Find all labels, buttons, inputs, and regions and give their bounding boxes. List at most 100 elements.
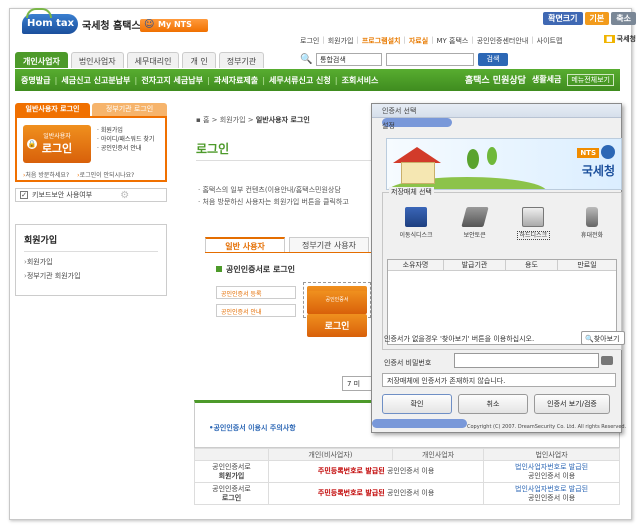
nav-inquiry[interactable]: 조회서비스 xyxy=(342,75,379,86)
general-login-button[interactable]: 🔒 일반사용자 로그인 xyxy=(23,125,91,163)
copyright: Copyright (C) 2007. DreamSecurity Co. Lt… xyxy=(467,424,627,430)
gear-icon[interactable]: ⚙ xyxy=(120,190,129,201)
join-link-member[interactable]: 회원가입 xyxy=(24,257,158,267)
nts-flower-icon xyxy=(601,145,615,159)
join-link-gov[interactable]: 정부기관 회원가입 xyxy=(24,271,158,281)
cancel-button[interactable]: 취소 xyxy=(458,394,528,414)
ok-button[interactable]: 확인 xyxy=(382,394,452,414)
my-nts-button[interactable]: My NTS xyxy=(140,19,208,32)
site-name: 국세청 홈택스 xyxy=(82,20,141,32)
row-label: 공인인증서로 회원가입 xyxy=(194,460,269,483)
search-button[interactable]: 검색 xyxy=(478,53,508,66)
col-owner[interactable]: 소유자명 xyxy=(388,260,444,270)
table-header: 개인사업자 xyxy=(391,448,485,461)
nav-e-notice[interactable]: 전자고지 세금납부 xyxy=(141,75,203,86)
screen-size-button[interactable]: 확면크기 xyxy=(543,12,583,25)
first-visit-link[interactable]: 처음 방문하세요? xyxy=(23,170,69,179)
page-title: 로그인 xyxy=(196,142,230,156)
main-tabs: 개인사업자 법인사업자 세무대리인 개 인 정부기관 xyxy=(15,52,265,68)
find-id-link[interactable]: · 아이디/패스워드 찾기 xyxy=(97,135,154,144)
login-trouble-link[interactable]: 로그인이 안되시나요? xyxy=(77,170,135,179)
tab-tax-agent[interactable]: 세무대리인 xyxy=(126,52,180,68)
crumb-join[interactable]: 회원가입 xyxy=(220,116,246,124)
library-link[interactable]: 자료실 xyxy=(409,36,428,46)
nav-document-apply[interactable]: 세무서류신고 신청 xyxy=(269,75,331,86)
left-panel: 일반사용자 로그인 정부기관 로그인 🔒 일반사용자 로그인 · 회원가입 · … xyxy=(15,103,167,296)
col-usage[interactable]: 용도 xyxy=(506,260,558,270)
cert-login-face: 공인인증서 로그인 xyxy=(307,286,367,337)
row-cell: 주민등록번호로 발급된 공인인증서 이용 xyxy=(267,482,485,505)
tab-government[interactable]: 정부기관 xyxy=(218,52,265,68)
status-message: 저장매체에 인증서가 존재하지 않습니다. xyxy=(382,373,616,387)
view-cert-button[interactable]: 인증서 보기/검증 xyxy=(534,394,610,414)
tree-icon xyxy=(467,149,479,169)
tab-general-login[interactable]: 일반사용자 로그인 xyxy=(15,103,90,116)
pager[interactable]: 7 미 xyxy=(342,376,372,391)
home-icon: ▪ xyxy=(196,116,201,124)
breadcrumb: ▪ 홈 > 회원가입 > 일반사용자 로그인 xyxy=(196,116,310,124)
nav-tax-report[interactable]: 세금신고 신고분납부 xyxy=(61,75,130,86)
all-menu-button[interactable]: 메뉴전체보기 xyxy=(567,73,614,86)
join-box: 회원가입 회원가입 정부기관 회원가입 xyxy=(15,224,167,296)
cert-guide-button[interactable]: 공인인증서 안내 xyxy=(216,304,296,317)
civil-consult-link[interactable]: 홈택스 민원상담 xyxy=(465,73,526,86)
join-title: 회원가입 xyxy=(24,233,158,252)
tab-gov-user[interactable]: 정부기관 사용자 xyxy=(289,237,369,252)
col-expiry[interactable]: 만료일 xyxy=(558,260,616,270)
nts-name: 국세청 xyxy=(581,164,615,178)
row-cell: 법인사업자번호로 발급된 공인인증서 이용 xyxy=(483,482,620,505)
device-label: 휴대전화 xyxy=(580,232,604,239)
top-buttons: 확면크기 기본 축소 xyxy=(543,12,636,25)
nts-box: NTS xyxy=(577,147,599,158)
cert-guide-link[interactable]: · 공인인증서 안내 xyxy=(97,144,154,153)
keyboard-security-checkbox[interactable]: ✓ xyxy=(20,191,28,199)
crumb-home[interactable]: 홈 xyxy=(203,116,209,124)
kukse-badge[interactable]: ■ 국세청 xyxy=(604,34,636,44)
tab-individual-business[interactable]: 개인사업자 xyxy=(15,52,68,68)
tree-icon xyxy=(487,147,497,165)
lock-icon: 🔒 xyxy=(27,139,37,149)
search-input[interactable] xyxy=(386,53,474,66)
cert-list-header: 소유자명 발급기관 용도 만료일 xyxy=(388,260,616,271)
default-size-button[interactable]: 기본 xyxy=(584,12,610,25)
nav-certificate[interactable]: 증명발급 xyxy=(21,75,50,86)
hometax-logo[interactable]: Hom tax 국세청 홈택스 xyxy=(22,8,141,34)
program-install-link[interactable]: 프로그램설치 xyxy=(362,36,401,46)
life-tax-link[interactable]: 생활세금 xyxy=(532,74,561,85)
login-link[interactable]: 로그인 xyxy=(300,36,319,46)
join-menu-link[interactable]: · 회원가입 xyxy=(97,126,154,135)
tab-individual[interactable]: 개 인 xyxy=(182,52,216,68)
device-mobile-phone[interactable]: 휴대전화 xyxy=(567,207,617,239)
device-security-token[interactable]: 보안토큰 xyxy=(450,207,500,239)
cert-center-link[interactable]: 공인인증센터안내 xyxy=(477,36,529,46)
tab-gov-login[interactable]: 정부기관 로그인 xyxy=(92,103,167,116)
row-label: 공인인증서로 로그인 xyxy=(194,482,269,505)
nav-data-submit[interactable]: 과세자료제출 xyxy=(214,75,258,86)
cert-login-button[interactable]: 공인인증서 로그인 xyxy=(303,282,371,337)
device-removable-disk[interactable]: 이동식디스크 xyxy=(391,207,441,239)
notice-title: 공인인증서 이용시 주의사항 xyxy=(209,423,295,433)
join-link[interactable]: 회원가입 xyxy=(328,36,354,46)
house-body xyxy=(401,162,435,184)
find-info-text: 인증서가 없을경우 '찾아보기' 버튼을 이용하십시오. xyxy=(384,335,535,343)
dialog-menu-settings[interactable]: 설정 xyxy=(382,121,395,131)
cert-login-title: 공인인증서로 로그인 xyxy=(216,264,295,275)
dialog-buttons: 확인 취소 인증서 보기/검증 xyxy=(382,394,610,414)
search-scope-select[interactable]: 통합검색 xyxy=(316,53,382,66)
sitemap-link[interactable]: 사이트맵 xyxy=(537,36,563,46)
nts-logo: NTS 국세청 xyxy=(577,145,615,179)
my-hometax-link[interactable]: MY 홈택스 xyxy=(437,36,469,46)
device-hard-disk[interactable]: 하드디스크 xyxy=(508,207,558,240)
tab-corporate-business[interactable]: 법인사업자 xyxy=(70,52,124,68)
cert-password-input[interactable] xyxy=(454,353,599,368)
tab-general-user[interactable]: 일반 사용자 xyxy=(205,237,285,252)
table-header: 법인사업자 xyxy=(483,448,620,461)
tab-underline xyxy=(205,252,373,253)
cert-register-button[interactable]: 공인인증서 등록 xyxy=(216,286,296,299)
keyboard-security-option[interactable]: ✓ 키보드보안 사용여부 ⚙ xyxy=(15,188,167,202)
find-button[interactable]: 🔍찾아보기 xyxy=(581,331,625,345)
shrink-button[interactable]: 축소 xyxy=(611,12,636,25)
col-issuer[interactable]: 발급기관 xyxy=(444,260,506,270)
hard-disk-icon xyxy=(522,207,545,227)
keyboard-icon[interactable] xyxy=(601,356,613,365)
